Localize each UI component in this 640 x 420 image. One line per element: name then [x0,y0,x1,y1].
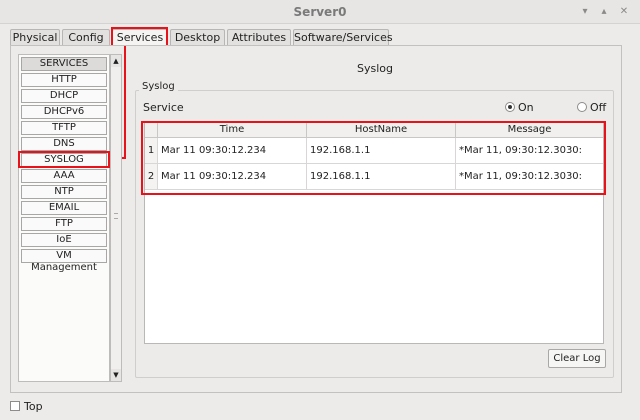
service-item-ftp[interactable]: FTP [21,217,107,231]
page-title: Syslog [357,62,393,75]
service-item-dns[interactable]: DNS [21,137,107,151]
service-item-ntp[interactable]: NTP [21,185,107,199]
service-list-header: SERVICES [21,57,107,71]
service-item-email[interactable]: EMAIL [21,201,107,215]
tab-software-services[interactable]: Software/Services [293,29,393,45]
service-item-vm-management[interactable]: VM Management [21,249,107,273]
service-off-label: Off [590,101,607,114]
service-off-radio[interactable] [577,102,587,112]
service-list-scrollbar[interactable]: ▲ ▼ [110,54,122,382]
service-item-ioe[interactable]: IoE [21,233,107,247]
service-label: Service [143,101,184,114]
window-titlebar: Server0 ▾ ▴ ✕ [0,0,640,24]
scrollbar-grip[interactable] [114,213,118,219]
close-icon[interactable]: ✕ [617,5,631,19]
tab-desktop[interactable]: Desktop [170,29,225,45]
highlight-connector-vertical [124,46,126,159]
syslog-group-label: Syslog [139,81,178,92]
top-label: Top [24,400,43,413]
scroll-down-icon[interactable]: ▼ [111,369,121,381]
scroll-up-icon[interactable]: ▲ [111,55,121,67]
maximize-icon[interactable]: ▴ [597,5,611,19]
log-rows-highlight [141,121,606,195]
service-item-tftp[interactable]: TFTP [21,121,107,135]
tab-attributes[interactable]: Attributes [227,29,291,45]
service-on-label: On [518,101,534,114]
services-tab-highlight [111,27,168,47]
clear-log-button[interactable]: Clear Log [548,349,606,368]
syslog-item-highlight [18,151,110,168]
service-item-dhcpv6[interactable]: DHCPv6 [21,105,107,119]
window-title: Server0 [293,5,347,19]
minimize-icon[interactable]: ▾ [578,5,592,19]
service-item-aaa[interactable]: AAA [21,169,107,183]
service-item-http[interactable]: HTTP [21,73,107,87]
top-checkbox[interactable] [10,401,20,411]
service-item-dhcp[interactable]: DHCP [21,89,107,103]
tab-physical[interactable]: Physical [10,29,60,45]
service-on-radio[interactable] [505,102,515,112]
tab-config[interactable]: Config [62,29,110,45]
